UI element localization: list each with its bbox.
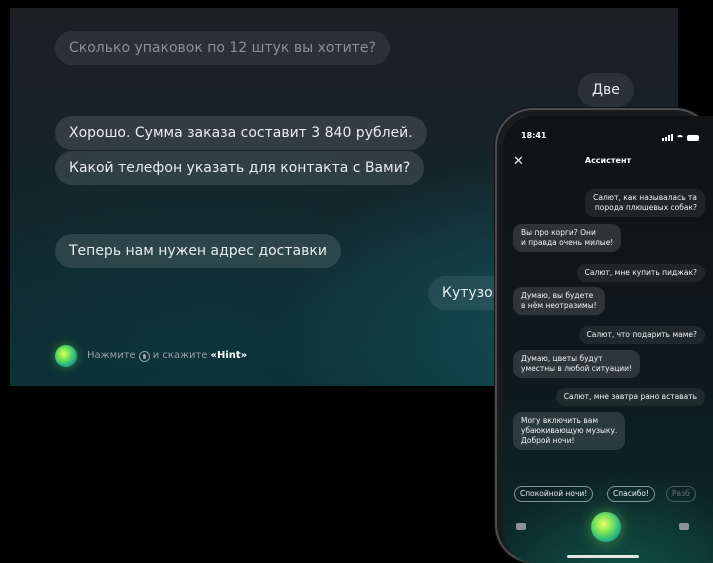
keyboard-icon[interactable] [679,523,689,530]
battery-icon [687,134,699,141]
tv-message-user: Две [578,73,634,107]
page-title: Ассистент [584,156,632,165]
chat-message-assistant: Вы про корги? Они и правда очень милые! [513,224,622,252]
tv-message-assistant: Сколько упаковок по 12 штук вы хотите? [55,31,390,65]
phone-frame: 18:41 ✕ Ассистент Салют, как называлась … [495,108,713,563]
chat-message-assistant: Думаю, цветы будут уместны в любой ситуа… [513,350,641,378]
chat-message-user: Салют, как называлась та порода плюшевых… [585,189,705,217]
hint-prefix: Нажмите [87,350,136,361]
home-indicator[interactable] [567,555,639,558]
hint-keyword: «Hint» [210,350,248,361]
microphone-button-icon [138,350,150,362]
chat-message-assistant: Думаю, вы будете в нём неотразимы! [513,287,605,315]
status-icons [662,132,699,143]
suggestion-chip[interactable]: Спасибо! [607,486,655,502]
status-bar: 18:41 [521,131,703,145]
tv-message-assistant: Хорошо. Сумма заказа составит 3 840 рубл… [55,116,427,150]
wifi-icon [676,135,684,143]
assistant-orb-icon[interactable] [55,345,77,367]
phone-screen: 18:41 ✕ Ассистент Салют, как называлась … [503,116,713,563]
tv-message-assistant: Какой телефон указать для контакта с Вам… [55,151,425,185]
chat-message-user: Салют, мне купить пиджак? [576,264,705,282]
hint-text: Нажмите и скажите «Hint» [87,345,247,367]
assistant-orb-icon[interactable] [591,512,621,542]
chat-message-assistant: Могу включить вам убаюкивающую музыку. Д… [513,412,626,450]
chat-message-user: Салют, что подарить маме? [578,326,705,344]
chat-message-user: Салют, мне завтра рано вставать [555,388,705,406]
suggestion-chip[interactable]: Спокойной ночи! [514,486,594,502]
suggestion-chip[interactable]: Разб [666,486,696,502]
signal-icon [662,134,673,141]
tv-hint-bar: Нажмите и скажите «Hint» [55,345,247,367]
tv-message-assistant: Теперь нам нужен адрес доставки [55,234,341,268]
status-time: 18:41 [521,131,547,140]
phone-header: ✕ Ассистент [503,154,713,170]
keyboard-icon[interactable] [516,523,526,530]
hint-middle: и скажите [152,350,208,361]
